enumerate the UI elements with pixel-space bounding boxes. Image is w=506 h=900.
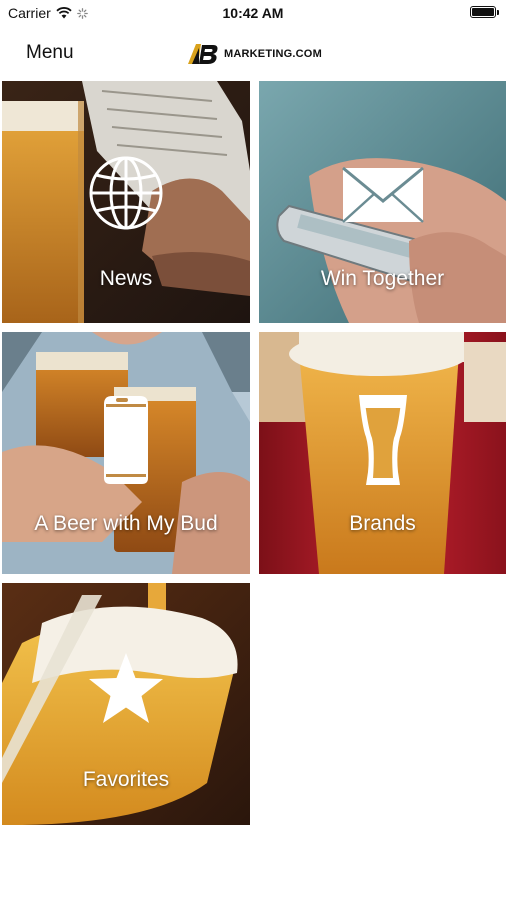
status-time: 10:42 AM [222, 5, 284, 21]
app-logo: MARKETING.COM [186, 42, 322, 66]
battery-icon [470, 6, 499, 18]
logo-text: MARKETING.COM [224, 48, 322, 60]
globe-icon [89, 156, 163, 230]
tile-favorites[interactable]: Favorites [2, 583, 250, 825]
navigation-bar: Menu MARKETING.COM [0, 32, 506, 76]
tile-news-label: News [99, 267, 153, 290]
ab-logo-icon [188, 44, 218, 64]
battery-indicator [470, 6, 499, 18]
tile-win-together-label: Win Together [320, 267, 445, 290]
envelope-icon [341, 167, 424, 223]
status-bar: Carrier 10:42 AM [0, 0, 506, 28]
tile-a-beer-with-my-bud[interactable]: A Beer with My Bud [2, 332, 250, 574]
tile-favorites-label: Favorites [82, 768, 170, 791]
tile-news[interactable]: News [2, 81, 250, 323]
menu-button[interactable]: Menu [26, 42, 74, 64]
beer-can-icon [104, 396, 148, 484]
tile-brands[interactable]: Brands [259, 332, 506, 574]
tile-win-together[interactable]: Win Together [259, 81, 506, 323]
star-icon [89, 653, 163, 723]
tile-a-beer-with-my-bud-label: A Beer with My Bud [34, 512, 218, 535]
tile-brands-label: Brands [349, 512, 416, 535]
pint-glass-icon [358, 395, 407, 485]
